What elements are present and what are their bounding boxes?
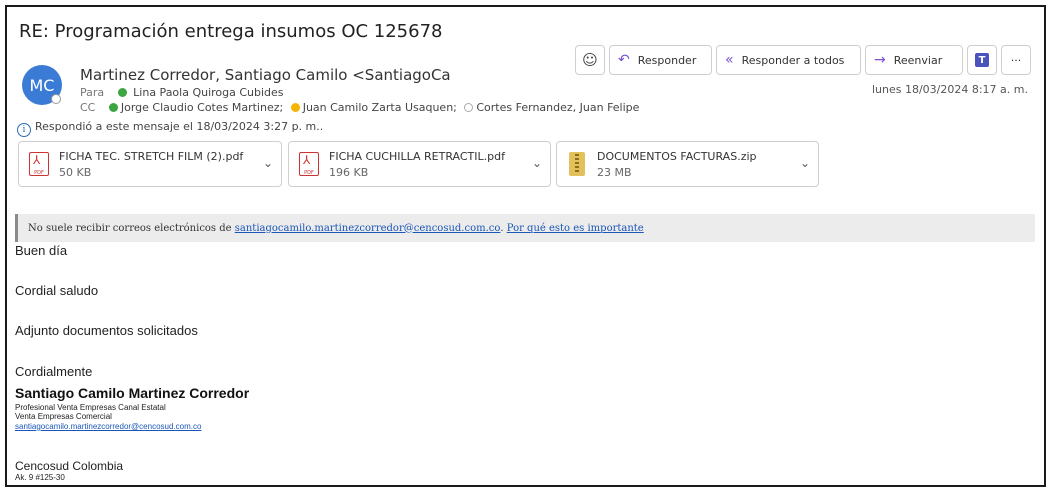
attachment-card[interactable]: ⅄ PDF FICHA CUCHILLA RETRACTIL.pdf 196 KB … xyxy=(288,141,551,187)
sender-email-link[interactable]: santiagocamilo.martinezcorredor@cencosud… xyxy=(235,223,501,234)
emoji-icon: ☺ xyxy=(582,51,598,69)
attachment-card[interactable]: DOCUMENTOS FACTURAS.zip 23 MB ⌄ xyxy=(556,141,819,187)
attachment-name: DOCUMENTOS FACTURAS.zip xyxy=(597,149,757,163)
forward-button[interactable]: → Reenviar xyxy=(865,45,963,75)
presence-unknown-icon xyxy=(464,103,474,112)
chevron-down-icon[interactable]: ⌄ xyxy=(263,156,273,170)
body-greeting: Buen día xyxy=(15,243,68,258)
chevron-down-icon[interactable]: ⌄ xyxy=(532,156,542,170)
more-icon: ··· xyxy=(1010,53,1022,67)
sender-name[interactable]: Martinez Corredor, Santiago Camilo <Sant… xyxy=(80,66,451,84)
to-label: Para xyxy=(80,86,105,99)
chevron-down-icon[interactable]: ⌄ xyxy=(800,156,810,170)
presence-available-icon xyxy=(108,103,118,112)
message-toolbar: ☺ ↶ Responder « Responder a todos → Reenvia… xyxy=(575,45,1031,75)
reply-button[interactable]: ↶ Responder xyxy=(609,45,712,75)
replied-notice: i Respondió a este mensaje el 18/03/2024 … xyxy=(17,120,323,137)
pdf-file-icon: ⅄ PDF xyxy=(29,152,49,176)
attachment-name: FICHA CUCHILLA RETRACTIL.pdf xyxy=(329,149,505,163)
zip-file-icon xyxy=(569,152,585,176)
to-recipient[interactable]: Lina Paola Quiroga Cubides xyxy=(133,86,283,99)
presence-icon xyxy=(51,94,61,104)
to-row: Para Lina Paola Quiroga Cubides xyxy=(80,86,284,99)
forward-icon: → xyxy=(874,52,886,68)
cc-recipient[interactable]: Cortes Fernandez, Juan Felipe xyxy=(476,101,639,114)
more-actions-button[interactable]: ··· xyxy=(1001,45,1031,75)
email-window: RE: Programación entrega insumos OC 1256… xyxy=(5,5,1046,487)
attachment-size: 23 MB xyxy=(597,165,632,179)
signature-address: Ak. 9 #125-30 xyxy=(15,473,65,482)
external-sender-warning: No suele recibir correos electrónicos de… xyxy=(15,214,1035,242)
sent-date: lunes 18/03/2024 8:17 a. m. xyxy=(871,83,1028,96)
warning-text: No suele recibir correos electrónicos de xyxy=(28,222,232,234)
attachment-name: FICHA TEC. STRETCH FILM (2).pdf xyxy=(59,149,244,163)
body-closing: Cordialmente xyxy=(15,364,93,379)
cc-label: CC xyxy=(80,101,96,114)
reply-all-button[interactable]: « Responder a todos xyxy=(716,45,861,75)
body-message: Adjunto documentos solicitados xyxy=(15,323,198,338)
attachment-card[interactable]: ⅄ PDF FICHA TEC. STRETCH FILM (2).pdf 50 K… xyxy=(18,141,282,187)
teams-icon: T xyxy=(975,53,989,67)
reply-label: Responder xyxy=(637,53,697,67)
signature-name: Santiago Camilo Martinez Corredor xyxy=(15,385,250,401)
avatar-initials: MC xyxy=(29,75,55,95)
signature-company: Cencosud Colombia xyxy=(15,459,124,473)
attachment-size: 50 KB xyxy=(59,165,92,179)
why-important-link[interactable]: Por qué esto es importante xyxy=(507,223,644,234)
reply-all-icon: « xyxy=(725,52,734,68)
reply-all-label: Responder a todos xyxy=(741,53,845,67)
pdf-file-icon: ⅄ PDF xyxy=(299,152,319,176)
presence-away-icon xyxy=(290,103,300,112)
signature-dept: Venta Empresas Comercial xyxy=(15,412,112,421)
reply-icon: ↶ xyxy=(618,52,630,68)
info-icon: i xyxy=(17,123,31,137)
teams-button[interactable]: T xyxy=(967,45,997,75)
replied-text: Respondió a este mensaje el 18/03/2024 3… xyxy=(35,120,324,133)
signature-email-link[interactable]: santiagocamilo.martinezcorredor@cencosud… xyxy=(15,422,201,431)
body-salute: Cordial saludo xyxy=(15,283,99,298)
cc-recipient[interactable]: Juan Camilo Zarta Usaquen; xyxy=(303,101,457,114)
attachment-size: 196 KB xyxy=(329,165,369,179)
presence-available-icon xyxy=(117,88,127,97)
forward-label: Reenviar xyxy=(893,53,943,67)
cc-row: CC Jorge Claudio Cotes Martinez; Juan Ca… xyxy=(80,101,639,114)
email-subject: RE: Programación entrega insumos OC 1256… xyxy=(19,21,443,42)
emoji-button[interactable]: ☺ xyxy=(575,45,605,75)
signature-title: Profesional Venta Empresas Canal Estatal xyxy=(15,403,166,412)
cc-recipient[interactable]: Jorge Claudio Cotes Martinez; xyxy=(121,101,283,114)
